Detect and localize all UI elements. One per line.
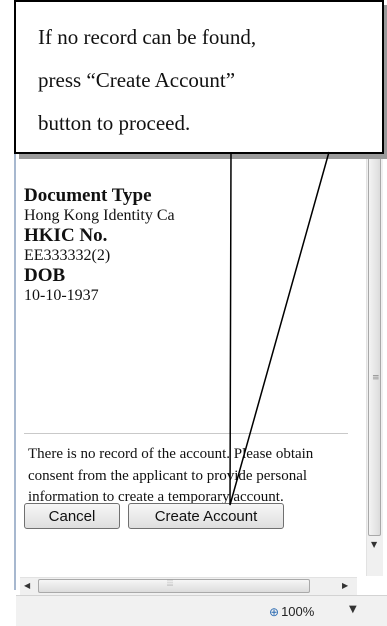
zoom-control[interactable]: ⊕ 100% — [269, 604, 314, 619]
chevron-down-icon[interactable]: ▼ — [349, 604, 357, 615]
zoom-level: 100% — [281, 604, 315, 619]
zoom-icon: ⊕ — [269, 605, 280, 619]
callout-pointer — [229, 151, 330, 506]
callout-pointer-line — [229, 151, 330, 506]
status-bar: ⊕ 100% ▼ — [16, 595, 387, 626]
